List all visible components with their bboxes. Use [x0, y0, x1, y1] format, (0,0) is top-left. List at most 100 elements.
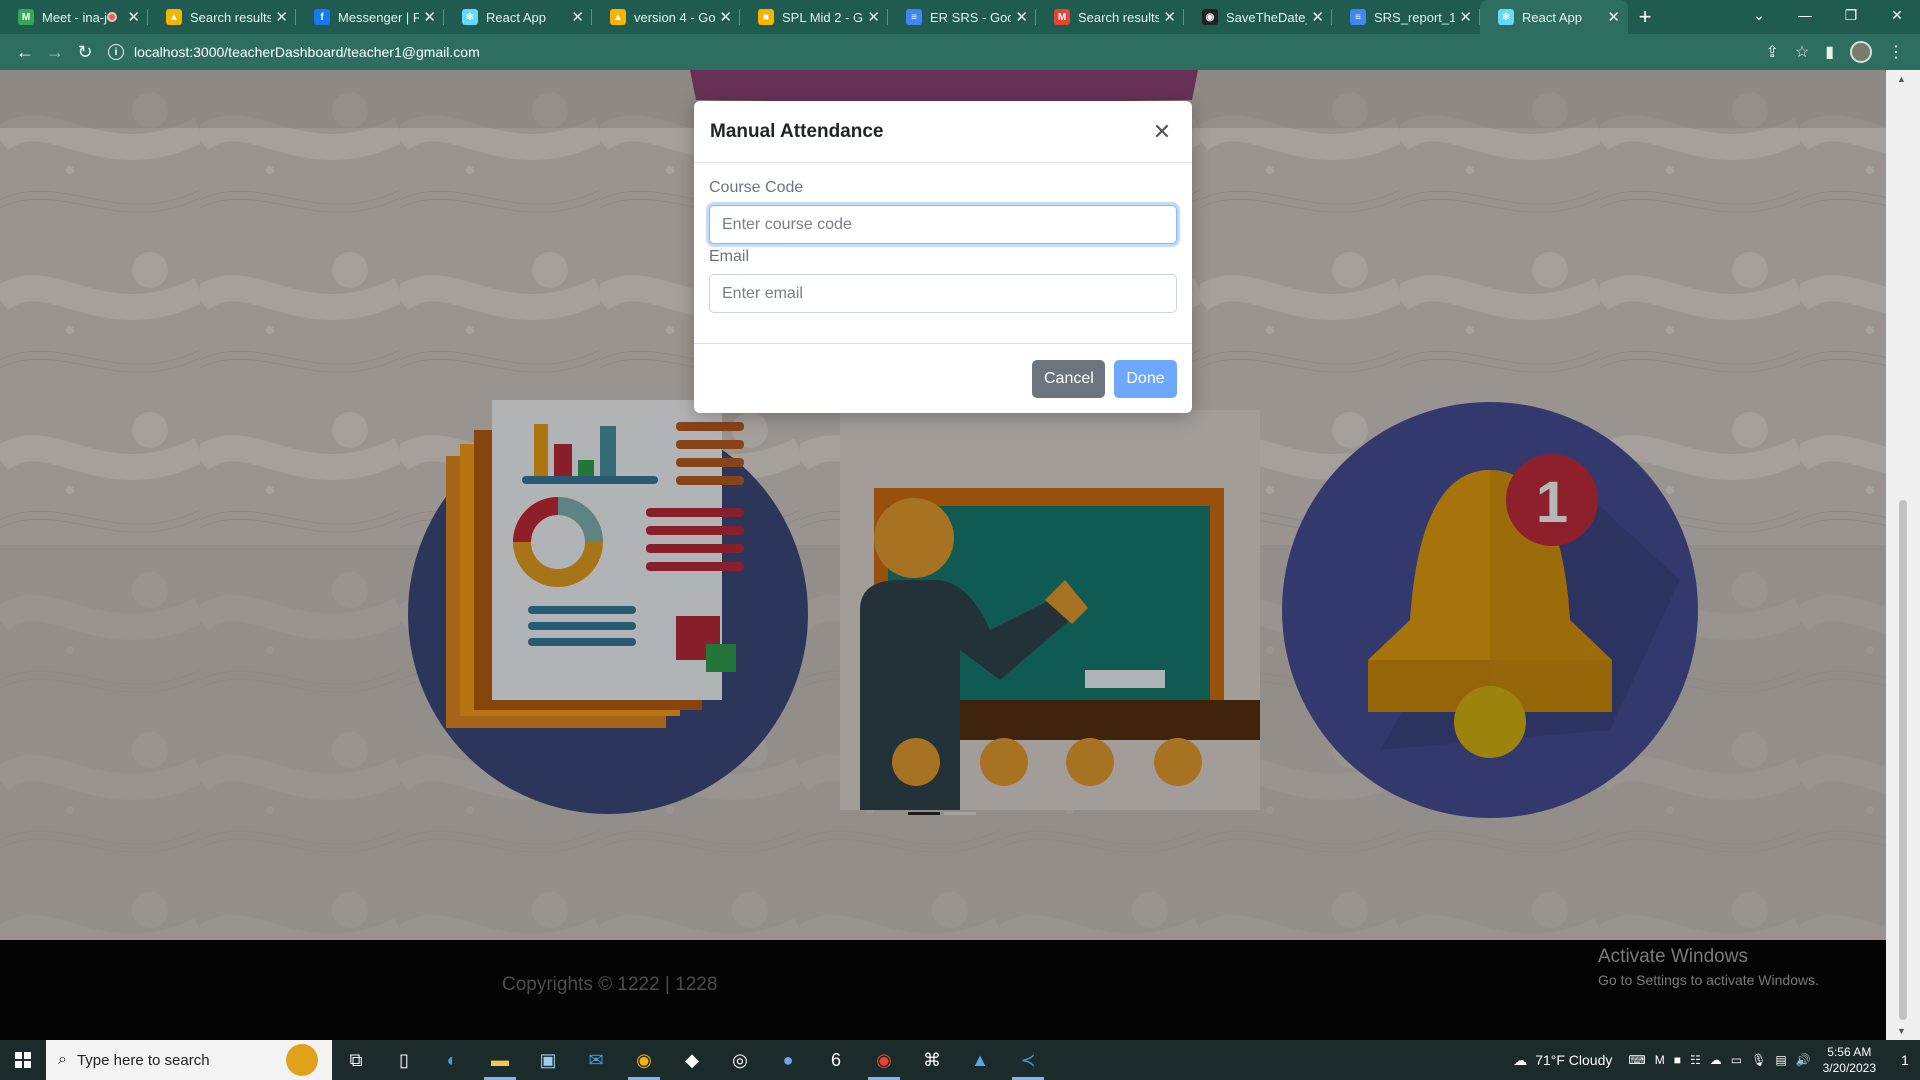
browser-tab[interactable]: ≡ ER SRS - Google✕ — [888, 0, 1036, 34]
profile-avatar[interactable] — [1850, 41, 1872, 63]
qbittorrent-icon[interactable]: ● — [764, 1040, 812, 1080]
site-info-icon[interactable]: i — [108, 44, 124, 60]
tab-close-icon[interactable]: ✕ — [571, 8, 584, 26]
tab-close-icon[interactable]: ✕ — [1163, 8, 1176, 26]
browser-tab[interactable]: ⚛ React App ✕ — [1480, 0, 1628, 34]
browser-tab[interactable]: f Messenger | Fac✕ — [296, 0, 444, 34]
tab-search-icon[interactable]: ⌄ — [1736, 0, 1782, 30]
chrome-profile-icon[interactable]: ◉ — [860, 1040, 908, 1080]
browser-tab[interactable]: ■ SPL Mid 2 - Goo✕ — [740, 0, 888, 34]
tab-title: SRS_report_122 — [1374, 9, 1456, 25]
clock-time: 5:56 AM — [1827, 1045, 1872, 1059]
edge-icon[interactable]: ◐ — [428, 1040, 476, 1080]
tab-close-icon[interactable]: ✕ — [423, 8, 436, 26]
email-input[interactable] — [709, 274, 1177, 313]
search-highlight-icon — [286, 1044, 318, 1076]
search-icon: ⌕ — [58, 1051, 67, 1068]
weather-widget[interactable]: ☁ 71°F Cloudy — [1513, 1052, 1612, 1069]
tab-close-icon[interactable]: ✕ — [867, 8, 880, 26]
tab-favicon-icon: ◉ — [1202, 9, 1218, 25]
tab-title: SPL Mid 2 - Goo — [782, 9, 864, 25]
modal-footer: Cancel Done — [694, 343, 1192, 413]
back-arrow-icon[interactable]: ← — [10, 37, 40, 67]
notification-center-icon[interactable]: 1 — [1890, 1052, 1920, 1068]
manual-attendance-modal: Manual Attendance ✕ Course Code Email Ca… — [694, 101, 1192, 413]
scroll-up-icon[interactable]: ▲ — [1897, 74, 1906, 84]
browser-tab[interactable]: ◉ SaveTheDate_SI✕ — [1184, 0, 1332, 34]
tab-favicon-icon: ⚛ — [462, 9, 478, 25]
mail-icon[interactable]: ✉ — [572, 1040, 620, 1080]
tab-close-icon[interactable]: ✕ — [1015, 8, 1028, 26]
file-icon[interactable]: ▯ — [380, 1040, 428, 1080]
task-view-icon[interactable]: ⧉ — [332, 1040, 380, 1080]
tab-title: React App — [486, 9, 546, 25]
tray-app2-icon[interactable]: ■ — [1674, 1053, 1681, 1067]
vscode-icon[interactable]: ≺ — [1004, 1040, 1052, 1080]
chrome-icon[interactable]: ◉ — [620, 1040, 668, 1080]
notification-count: 1 — [1901, 1052, 1909, 1068]
tab-favicon-icon: M — [1054, 9, 1070, 25]
store-icon[interactable]: ▣ — [524, 1040, 572, 1080]
reload-icon[interactable]: ↻ — [70, 37, 100, 67]
done-button[interactable]: Done — [1114, 359, 1177, 398]
app-six-icon[interactable]: 6 — [812, 1040, 860, 1080]
close-icon[interactable]: ✕ — [1148, 118, 1176, 146]
tab-favicon-icon: ▲ — [166, 9, 182, 25]
windows-start-icon[interactable] — [0, 1040, 46, 1080]
new-tab-button[interactable]: + — [1628, 0, 1662, 34]
epic-games-icon[interactable]: ◆ — [668, 1040, 716, 1080]
forward-arrow-icon[interactable]: → — [40, 37, 70, 67]
tab-close-icon[interactable]: ✕ — [1459, 8, 1472, 26]
clock[interactable]: 5:56 AM 3/20/2023 — [1823, 1044, 1876, 1076]
menu-kebab-icon[interactable]: ⋮ — [1888, 42, 1904, 62]
side-panel-icon[interactable]: ▮ — [1825, 42, 1834, 62]
obs-icon[interactable]: ◎ — [716, 1040, 764, 1080]
tab-favicon-icon: ⚛ — [1498, 9, 1514, 25]
scrollbar-thumb[interactable] — [1899, 500, 1907, 1020]
tab-close-icon[interactable]: ✕ — [1607, 8, 1620, 26]
browser-tab[interactable]: M Meet - ina-j ✕ — [0, 0, 148, 34]
onedrive-icon[interactable]: ☁ — [1710, 1053, 1722, 1067]
taskbar-search-box[interactable]: ⌕ Type here to search — [46, 1040, 332, 1080]
course-code-input[interactable] — [709, 205, 1177, 244]
browser-tab[interactable]: M Search results -✕ — [1036, 0, 1184, 34]
cancel-button[interactable]: Cancel — [1032, 359, 1105, 398]
window-close-icon[interactable]: ✕ — [1874, 0, 1920, 30]
tab-favicon-icon: ≡ — [906, 9, 922, 25]
keyboard-icon[interactable]: ⌨ — [1628, 1053, 1645, 1067]
microphone-icon[interactable]: 🎙 — [1751, 1053, 1766, 1067]
tab-close-icon[interactable]: ✕ — [275, 8, 288, 26]
tab-close-icon[interactable]: ✕ — [719, 8, 732, 26]
tab-close-icon[interactable]: ✕ — [1311, 8, 1324, 26]
tab-favicon-icon: ≡ — [1350, 9, 1366, 25]
tab-favicon-icon: ■ — [758, 9, 774, 25]
tab-favicon-icon: f — [314, 9, 330, 25]
volume-icon[interactable]: 🔊 — [1796, 1053, 1811, 1067]
browser-tab[interactable]: ▲ version 4 - Goo ✕ — [592, 0, 740, 34]
wifi-icon[interactable]: ▤ — [1775, 1053, 1786, 1067]
tab-favicon-icon: M — [18, 9, 34, 25]
bookmark-star-icon[interactable]: ☆ — [1795, 42, 1809, 62]
tray-app-icon[interactable]: M — [1655, 1053, 1665, 1067]
browser-tab-strip: MMeet - ina-j✕▲Search results -✕fMesseng… — [0, 0, 1920, 34]
scroll-down-icon[interactable]: ▼ — [1897, 1026, 1906, 1036]
file-explorer-icon[interactable]: ▬ — [476, 1040, 524, 1080]
tab-title: Search results - — [190, 9, 272, 25]
address-bar[interactable]: i localhost:3000/teacherDashboard/teache… — [108, 38, 1765, 66]
photos-icon[interactable]: ▲ — [956, 1040, 1004, 1080]
tab-title: React App — [1522, 9, 1582, 25]
dev-tool-icon[interactable]: ⌘ — [908, 1040, 956, 1080]
tab-title: version 4 - Goo — [634, 9, 716, 25]
restore-icon[interactable]: ❐ — [1828, 0, 1874, 30]
browser-tab[interactable]: ▲ Search results -✕ — [148, 0, 296, 34]
minimize-icon[interactable]: — — [1782, 0, 1828, 30]
network-icon[interactable]: ☷ — [1690, 1053, 1701, 1067]
tab-close-icon[interactable]: ✕ — [127, 8, 140, 26]
share-icon[interactable]: ⇪ — [1765, 42, 1778, 62]
browser-tab[interactable]: ≡ SRS_report_122✕ — [1332, 0, 1480, 34]
browser-tab[interactable]: ⚛ React App ✕ — [444, 0, 592, 34]
meet-icon[interactable]: ▭ — [1731, 1053, 1742, 1067]
browser-toolbar: ← → ↻ i localhost:3000/teacherDashboard/… — [0, 34, 1920, 70]
toolbar-actions: ⇪ ☆ ▮ ⋮ — [1765, 41, 1910, 63]
page-scrollbar[interactable]: ▲ ▼ — [1886, 70, 1920, 1040]
